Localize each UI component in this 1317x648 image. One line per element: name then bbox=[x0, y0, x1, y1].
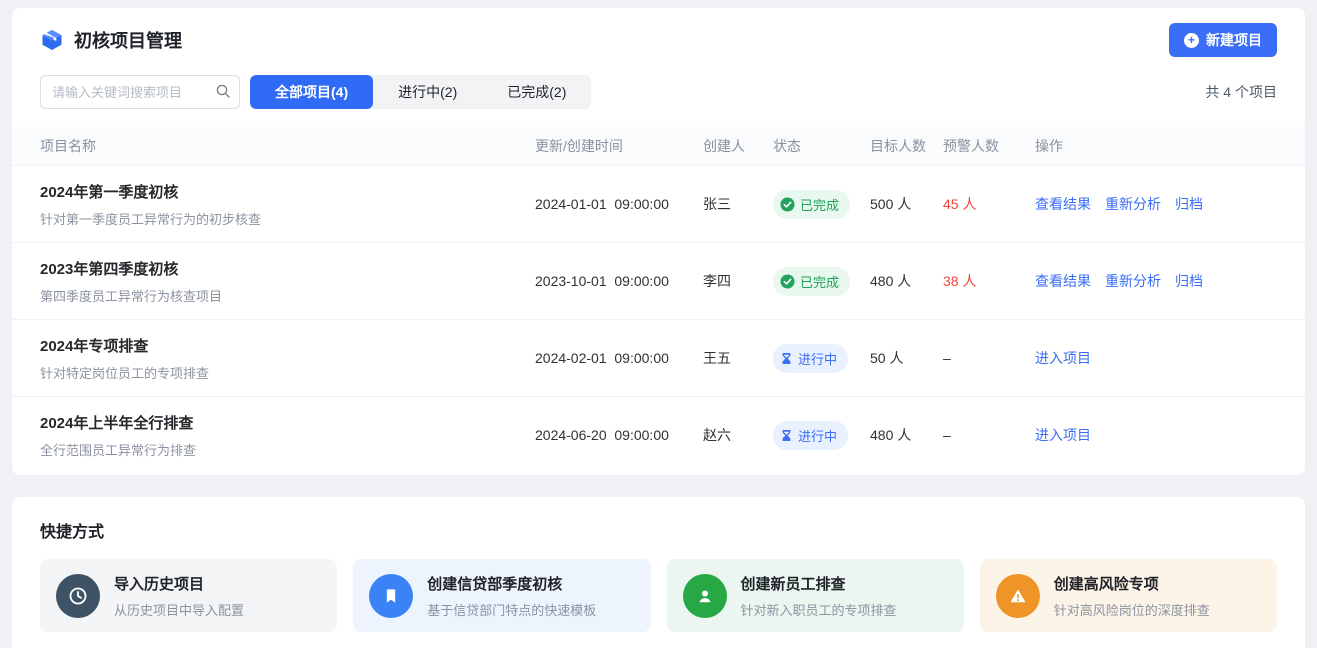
project-filter-tabs: 全部项目(4) 进行中(2) 已完成(2) bbox=[250, 75, 591, 109]
row-target: 480 人 bbox=[870, 425, 943, 445]
page-title: 初核项目管理 bbox=[74, 27, 182, 53]
bookmark-icon bbox=[369, 574, 413, 618]
status-badge: 进行中 bbox=[773, 344, 848, 373]
project-description: 针对第一季度员工异常行为的初步核查 bbox=[40, 209, 535, 228]
shortcut-title: 创建信贷部季度初核 bbox=[427, 573, 596, 594]
action-reanalyze[interactable]: 重新分析 bbox=[1105, 271, 1161, 291]
new-project-button[interactable]: + 新建项目 bbox=[1169, 23, 1277, 57]
table-header: 项目名称 更新/创建时间 创建人 状态 目标人数 预警人数 操作 bbox=[12, 127, 1305, 165]
project-name: 2024年第一季度初核 bbox=[40, 181, 535, 202]
hourglass-icon bbox=[780, 352, 793, 365]
action-enter-project[interactable]: 进入项目 bbox=[1035, 348, 1091, 368]
project-management-panel: 初核项目管理 + 新建项目 全部项目(4) 进行中(2) 已完成(2) 共 4 … bbox=[12, 8, 1305, 475]
row-warning: – bbox=[943, 350, 1035, 366]
action-reanalyze[interactable]: 重新分析 bbox=[1105, 194, 1161, 214]
action-archive[interactable]: 归档 bbox=[1175, 271, 1203, 291]
action-enter-project[interactable]: 进入项目 bbox=[1035, 425, 1091, 445]
status-badge: 已完成 bbox=[773, 190, 850, 219]
row-warning: 38 人 bbox=[943, 271, 1035, 291]
row-creator: 张三 bbox=[703, 194, 773, 214]
column-header-name: 项目名称 bbox=[40, 136, 535, 156]
shortcut-desc: 针对新入职员工的专项排查 bbox=[741, 600, 897, 619]
table-row: 2024年专项排查 针对特定岗位员工的专项排查 2024-02-01 09:00… bbox=[12, 319, 1305, 396]
shortcut-import-history[interactable]: 导入历史项目 从历史项目中导入配置 bbox=[40, 559, 337, 632]
tab-in-progress[interactable]: 进行中(2) bbox=[373, 75, 482, 109]
shortcut-desc: 针对高风险岗位的深度排查 bbox=[1054, 600, 1210, 619]
shortcut-title: 创建高风险专项 bbox=[1054, 573, 1210, 594]
row-target: 480 人 bbox=[870, 271, 943, 291]
row-time: 2024-02-01 09:00:00 bbox=[535, 350, 703, 366]
column-header-time: 更新/创建时间 bbox=[535, 136, 703, 156]
row-warning: – bbox=[943, 427, 1035, 443]
column-header-creator: 创建人 bbox=[703, 136, 773, 156]
project-name: 2024年上半年全行排查 bbox=[40, 412, 535, 433]
row-target: 50 人 bbox=[870, 348, 943, 368]
action-view-results[interactable]: 查看结果 bbox=[1035, 271, 1091, 291]
row-warning: 45 人 bbox=[943, 194, 1035, 214]
project-name: 2024年专项排查 bbox=[40, 335, 535, 356]
project-description: 全行范围员工异常行为排查 bbox=[40, 440, 535, 459]
status-badge: 进行中 bbox=[773, 421, 848, 450]
project-description: 针对特定岗位员工的专项排查 bbox=[40, 363, 535, 382]
project-name: 2023年第四季度初核 bbox=[40, 258, 535, 279]
search-input[interactable] bbox=[40, 75, 240, 109]
row-creator: 赵六 bbox=[703, 425, 773, 445]
shortcut-high-risk[interactable]: 创建高风险专项 针对高风险岗位的深度排查 bbox=[980, 559, 1277, 632]
search-icon bbox=[215, 83, 231, 104]
column-header-target: 目标人数 bbox=[870, 136, 943, 156]
shortcut-desc: 从历史项目中导入配置 bbox=[114, 600, 244, 619]
row-time: 2023-10-01 09:00:00 bbox=[535, 273, 703, 289]
column-header-warning: 预警人数 bbox=[943, 136, 1035, 156]
table-row: 2024年第一季度初核 针对第一季度员工异常行为的初步核查 2024-01-01… bbox=[12, 165, 1305, 242]
column-header-actions: 操作 bbox=[1035, 136, 1277, 156]
tab-all-projects[interactable]: 全部项目(4) bbox=[250, 75, 373, 109]
shortcuts-panel: 快捷方式 导入历史项目 从历史项目中导入配置 创建信贷部季度初核 基于信贷部门特… bbox=[12, 497, 1305, 648]
cube-icon bbox=[40, 28, 64, 52]
hourglass-icon bbox=[780, 429, 793, 442]
shortcuts-title: 快捷方式 bbox=[40, 518, 1277, 542]
row-creator: 李四 bbox=[703, 271, 773, 291]
clock-icon bbox=[56, 574, 100, 618]
table-row: 2023年第四季度初核 第四季度员工异常行为核查项目 2023-10-01 09… bbox=[12, 242, 1305, 319]
shortcut-credit-quarterly[interactable]: 创建信贷部季度初核 基于信贷部门特点的快速模板 bbox=[353, 559, 650, 632]
check-icon bbox=[780, 274, 795, 289]
column-header-status: 状态 bbox=[773, 136, 870, 156]
table-row: 2024年上半年全行排查 全行范围员工异常行为排查 2024-06-20 09:… bbox=[12, 396, 1305, 473]
row-time: 2024-06-20 09:00:00 bbox=[535, 427, 703, 443]
action-archive[interactable]: 归档 bbox=[1175, 194, 1203, 214]
shortcut-title: 创建新员工排查 bbox=[741, 573, 897, 594]
check-icon bbox=[780, 197, 795, 212]
row-creator: 王五 bbox=[703, 348, 773, 368]
shortcut-title: 导入历史项目 bbox=[114, 573, 244, 594]
user-icon bbox=[683, 574, 727, 618]
tab-completed[interactable]: 已完成(2) bbox=[482, 75, 591, 109]
total-count: 共 4 个项目 bbox=[1205, 82, 1277, 102]
row-target: 500 人 bbox=[870, 194, 943, 214]
project-description: 第四季度员工异常行为核查项目 bbox=[40, 286, 535, 305]
shortcut-new-employee[interactable]: 创建新员工排查 针对新入职员工的专项排查 bbox=[667, 559, 964, 632]
plus-icon: + bbox=[1184, 33, 1199, 48]
warning-icon bbox=[996, 574, 1040, 618]
status-badge: 已完成 bbox=[773, 267, 850, 296]
shortcut-desc: 基于信贷部门特点的快速模板 bbox=[427, 600, 596, 619]
action-view-results[interactable]: 查看结果 bbox=[1035, 194, 1091, 214]
row-time: 2024-01-01 09:00:00 bbox=[535, 196, 703, 212]
